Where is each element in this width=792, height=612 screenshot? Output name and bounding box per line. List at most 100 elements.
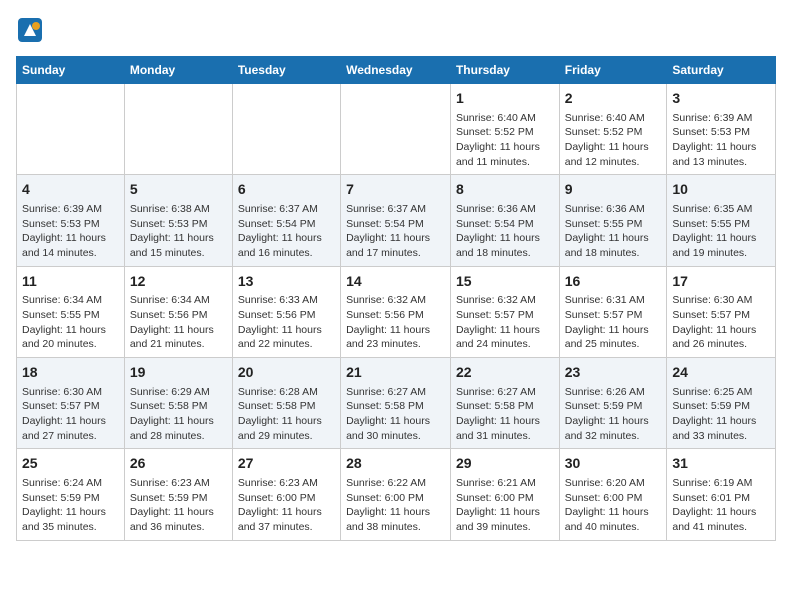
day-number: 22: [456, 363, 554, 383]
header-sunday: Sunday: [17, 57, 125, 84]
day-info: Sunrise: 6:35 AM Sunset: 5:55 PM Dayligh…: [672, 202, 770, 261]
calendar-cell: 31Sunrise: 6:19 AM Sunset: 6:01 PM Dayli…: [667, 449, 776, 540]
calendar-cell: 14Sunrise: 6:32 AM Sunset: 5:56 PM Dayli…: [341, 266, 451, 357]
day-number: 26: [130, 454, 227, 474]
calendar-cell: 26Sunrise: 6:23 AM Sunset: 5:59 PM Dayli…: [124, 449, 232, 540]
calendar-week-row: 18Sunrise: 6:30 AM Sunset: 5:57 PM Dayli…: [17, 358, 776, 449]
day-number: 10: [672, 180, 770, 200]
calendar-cell: [232, 84, 340, 175]
page-header: [16, 16, 776, 44]
calendar-cell: [124, 84, 232, 175]
calendar-cell: 30Sunrise: 6:20 AM Sunset: 6:00 PM Dayli…: [559, 449, 667, 540]
day-info: Sunrise: 6:31 AM Sunset: 5:57 PM Dayligh…: [565, 293, 662, 352]
calendar-cell: 1Sunrise: 6:40 AM Sunset: 5:52 PM Daylig…: [450, 84, 559, 175]
day-number: 31: [672, 454, 770, 474]
day-info: Sunrise: 6:20 AM Sunset: 6:00 PM Dayligh…: [565, 476, 662, 535]
header-thursday: Thursday: [450, 57, 559, 84]
calendar-cell: 16Sunrise: 6:31 AM Sunset: 5:57 PM Dayli…: [559, 266, 667, 357]
calendar-cell: 4Sunrise: 6:39 AM Sunset: 5:53 PM Daylig…: [17, 175, 125, 266]
header-friday: Friday: [559, 57, 667, 84]
day-number: 6: [238, 180, 335, 200]
day-info: Sunrise: 6:29 AM Sunset: 5:58 PM Dayligh…: [130, 385, 227, 444]
day-info: Sunrise: 6:33 AM Sunset: 5:56 PM Dayligh…: [238, 293, 335, 352]
day-info: Sunrise: 6:26 AM Sunset: 5:59 PM Dayligh…: [565, 385, 662, 444]
calendar-cell: 6Sunrise: 6:37 AM Sunset: 5:54 PM Daylig…: [232, 175, 340, 266]
day-number: 1: [456, 89, 554, 109]
day-info: Sunrise: 6:38 AM Sunset: 5:53 PM Dayligh…: [130, 202, 227, 261]
day-number: 5: [130, 180, 227, 200]
day-info: Sunrise: 6:22 AM Sunset: 6:00 PM Dayligh…: [346, 476, 445, 535]
calendar-cell: 11Sunrise: 6:34 AM Sunset: 5:55 PM Dayli…: [17, 266, 125, 357]
day-info: Sunrise: 6:25 AM Sunset: 5:59 PM Dayligh…: [672, 385, 770, 444]
calendar-cell: 3Sunrise: 6:39 AM Sunset: 5:53 PM Daylig…: [667, 84, 776, 175]
calendar-cell: 18Sunrise: 6:30 AM Sunset: 5:57 PM Dayli…: [17, 358, 125, 449]
calendar-week-row: 11Sunrise: 6:34 AM Sunset: 5:55 PM Dayli…: [17, 266, 776, 357]
calendar-cell: 13Sunrise: 6:33 AM Sunset: 5:56 PM Dayli…: [232, 266, 340, 357]
calendar-cell: 29Sunrise: 6:21 AM Sunset: 6:00 PM Dayli…: [450, 449, 559, 540]
day-info: Sunrise: 6:37 AM Sunset: 5:54 PM Dayligh…: [346, 202, 445, 261]
day-number: 12: [130, 272, 227, 292]
day-number: 14: [346, 272, 445, 292]
day-number: 28: [346, 454, 445, 474]
calendar-cell: 25Sunrise: 6:24 AM Sunset: 5:59 PM Dayli…: [17, 449, 125, 540]
calendar-header-row: SundayMondayTuesdayWednesdayThursdayFrid…: [17, 57, 776, 84]
day-info: Sunrise: 6:34 AM Sunset: 5:56 PM Dayligh…: [130, 293, 227, 352]
day-info: Sunrise: 6:28 AM Sunset: 5:58 PM Dayligh…: [238, 385, 335, 444]
day-info: Sunrise: 6:37 AM Sunset: 5:54 PM Dayligh…: [238, 202, 335, 261]
header-monday: Monday: [124, 57, 232, 84]
day-info: Sunrise: 6:30 AM Sunset: 5:57 PM Dayligh…: [22, 385, 119, 444]
day-number: 30: [565, 454, 662, 474]
day-info: Sunrise: 6:36 AM Sunset: 5:55 PM Dayligh…: [565, 202, 662, 261]
logo: [16, 16, 48, 44]
day-info: Sunrise: 6:19 AM Sunset: 6:01 PM Dayligh…: [672, 476, 770, 535]
day-info: Sunrise: 6:32 AM Sunset: 5:57 PM Dayligh…: [456, 293, 554, 352]
day-info: Sunrise: 6:39 AM Sunset: 5:53 PM Dayligh…: [672, 111, 770, 170]
day-number: 27: [238, 454, 335, 474]
day-info: Sunrise: 6:36 AM Sunset: 5:54 PM Dayligh…: [456, 202, 554, 261]
calendar-cell: 21Sunrise: 6:27 AM Sunset: 5:58 PM Dayli…: [341, 358, 451, 449]
day-number: 20: [238, 363, 335, 383]
day-number: 19: [130, 363, 227, 383]
day-info: Sunrise: 6:34 AM Sunset: 5:55 PM Dayligh…: [22, 293, 119, 352]
day-number: 9: [565, 180, 662, 200]
header-wednesday: Wednesday: [341, 57, 451, 84]
calendar-cell: 28Sunrise: 6:22 AM Sunset: 6:00 PM Dayli…: [341, 449, 451, 540]
day-number: 16: [565, 272, 662, 292]
calendar-cell: 27Sunrise: 6:23 AM Sunset: 6:00 PM Dayli…: [232, 449, 340, 540]
header-tuesday: Tuesday: [232, 57, 340, 84]
day-number: 7: [346, 180, 445, 200]
day-number: 2: [565, 89, 662, 109]
calendar-cell: [17, 84, 125, 175]
calendar-cell: 15Sunrise: 6:32 AM Sunset: 5:57 PM Dayli…: [450, 266, 559, 357]
day-number: 4: [22, 180, 119, 200]
day-number: 11: [22, 272, 119, 292]
day-info: Sunrise: 6:40 AM Sunset: 5:52 PM Dayligh…: [456, 111, 554, 170]
calendar-cell: 22Sunrise: 6:27 AM Sunset: 5:58 PM Dayli…: [450, 358, 559, 449]
day-info: Sunrise: 6:27 AM Sunset: 5:58 PM Dayligh…: [346, 385, 445, 444]
calendar-week-row: 25Sunrise: 6:24 AM Sunset: 5:59 PM Dayli…: [17, 449, 776, 540]
calendar-cell: 23Sunrise: 6:26 AM Sunset: 5:59 PM Dayli…: [559, 358, 667, 449]
day-number: 8: [456, 180, 554, 200]
day-number: 24: [672, 363, 770, 383]
day-number: 23: [565, 363, 662, 383]
day-info: Sunrise: 6:24 AM Sunset: 5:59 PM Dayligh…: [22, 476, 119, 535]
day-info: Sunrise: 6:40 AM Sunset: 5:52 PM Dayligh…: [565, 111, 662, 170]
calendar-cell: [341, 84, 451, 175]
day-info: Sunrise: 6:32 AM Sunset: 5:56 PM Dayligh…: [346, 293, 445, 352]
day-info: Sunrise: 6:23 AM Sunset: 5:59 PM Dayligh…: [130, 476, 227, 535]
calendar-cell: 10Sunrise: 6:35 AM Sunset: 5:55 PM Dayli…: [667, 175, 776, 266]
day-number: 15: [456, 272, 554, 292]
calendar-cell: 12Sunrise: 6:34 AM Sunset: 5:56 PM Dayli…: [124, 266, 232, 357]
calendar-cell: 9Sunrise: 6:36 AM Sunset: 5:55 PM Daylig…: [559, 175, 667, 266]
calendar-cell: 5Sunrise: 6:38 AM Sunset: 5:53 PM Daylig…: [124, 175, 232, 266]
calendar-cell: 7Sunrise: 6:37 AM Sunset: 5:54 PM Daylig…: [341, 175, 451, 266]
day-number: 3: [672, 89, 770, 109]
calendar-table: SundayMondayTuesdayWednesdayThursdayFrid…: [16, 56, 776, 541]
logo-icon: [16, 16, 44, 44]
calendar-cell: 24Sunrise: 6:25 AM Sunset: 5:59 PM Dayli…: [667, 358, 776, 449]
day-number: 29: [456, 454, 554, 474]
calendar-cell: 17Sunrise: 6:30 AM Sunset: 5:57 PM Dayli…: [667, 266, 776, 357]
calendar-cell: 20Sunrise: 6:28 AM Sunset: 5:58 PM Dayli…: [232, 358, 340, 449]
day-info: Sunrise: 6:27 AM Sunset: 5:58 PM Dayligh…: [456, 385, 554, 444]
day-number: 17: [672, 272, 770, 292]
